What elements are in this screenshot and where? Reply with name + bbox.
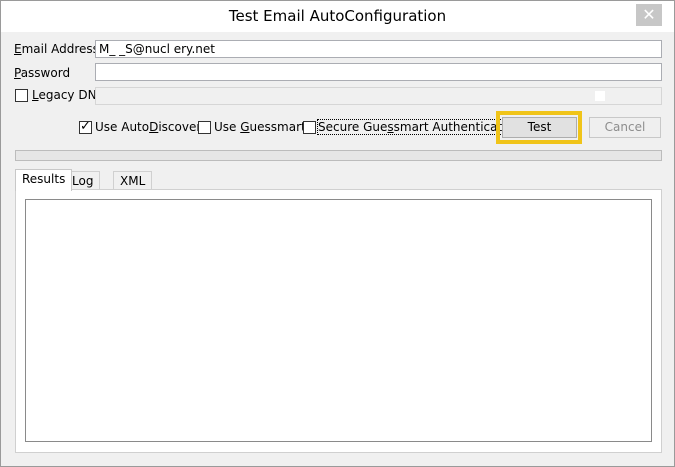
password-input[interactable]	[95, 63, 662, 81]
results-tab-panel	[15, 189, 662, 453]
legacy-dn-checkbox[interactable]	[15, 89, 28, 102]
dialog-window: Test Email AutoConfiguration ✕ Email Add…	[0, 0, 675, 467]
email-address-label: Email Address	[14, 42, 99, 56]
use-autodiscover-label: Use AutoDiscover	[95, 120, 202, 134]
password-label: Password	[14, 66, 71, 80]
progress-bar	[15, 150, 662, 161]
field-knob	[595, 91, 605, 101]
use-autodiscover-checkbox[interactable]: ✓	[79, 119, 92, 134]
tab-results[interactable]: Results	[15, 169, 73, 191]
test-button[interactable]: Test	[502, 117, 577, 138]
close-icon: ✕	[642, 5, 656, 24]
results-text-area[interactable]	[25, 199, 652, 442]
use-guessmart-checkbox[interactable]	[198, 121, 211, 134]
tab-xml[interactable]: XML	[113, 171, 153, 191]
secure-guessmart-label: Secure Guessmart Authentication	[316, 119, 522, 135]
window-title: Test Email AutoConfiguration	[228, 7, 447, 25]
checkmark-icon: ✓	[80, 119, 91, 134]
close-button[interactable]: ✕	[636, 4, 662, 26]
cancel-button[interactable]: Cancel	[589, 117, 661, 138]
legacy-dn-input	[95, 87, 662, 105]
use-guessmart-label: Use Guessmart	[214, 120, 306, 134]
title-bar[interactable]: Test Email AutoConfiguration ✕	[1, 1, 674, 32]
secure-guessmart-checkbox[interactable]	[303, 121, 316, 134]
legacy-dn-label: Legacy DN	[32, 88, 97, 102]
email-address-input[interactable]: M_ _S@nucl ery.net	[95, 40, 662, 58]
